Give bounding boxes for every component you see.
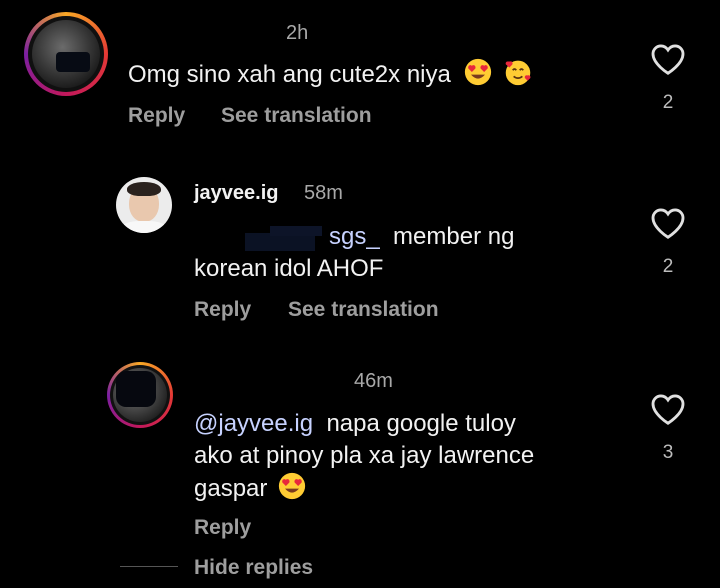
username-redacted (194, 370, 334, 394)
mention-partial[interactable]: sgs_ (329, 223, 380, 250)
comment-time: 46m (354, 370, 393, 392)
smiling-face-with-hearts-emoji (505, 60, 531, 86)
heart-eyes-emoji (278, 472, 306, 500)
heart-icon[interactable] (650, 392, 686, 426)
comment-text: sgs_ member ng korean idol AHOF (194, 223, 515, 282)
redaction-mark (56, 52, 90, 72)
comment-time: 58m (304, 182, 343, 204)
like-count: 3 (662, 442, 674, 463)
comment-text: Omg sino xah ang cute2x niya (128, 58, 532, 91)
see-translation-button[interactable]: See translation (221, 104, 372, 128)
hide-replies-button[interactable]: Hide replies (194, 556, 313, 580)
story-ring[interactable] (107, 362, 173, 428)
comment-text: @jayvee.ig napa google tuloy ako at pino… (194, 410, 535, 502)
mention-link[interactable]: @jayvee.ig (194, 410, 313, 437)
reply-button[interactable]: Reply (128, 104, 185, 128)
like-count: 2 (662, 256, 674, 277)
see-translation-button[interactable]: See translation (288, 298, 439, 322)
avatar[interactable] (116, 177, 172, 233)
avatar (110, 365, 170, 425)
comment-time: 2h (286, 22, 309, 44)
like-count: 2 (662, 92, 674, 113)
redaction-mark (116, 371, 156, 407)
hide-replies-divider (120, 566, 178, 567)
username[interactable]: jayvee.ig (194, 182, 279, 205)
reply-button[interactable]: Reply (194, 298, 251, 322)
avatar (28, 16, 104, 92)
heart-icon[interactable] (650, 206, 686, 240)
heart-icon[interactable] (650, 42, 686, 76)
story-ring[interactable] (24, 12, 108, 96)
reply-button[interactable]: Reply (194, 516, 251, 540)
heart-eyes-emoji (464, 58, 491, 86)
username-redacted (128, 22, 268, 46)
